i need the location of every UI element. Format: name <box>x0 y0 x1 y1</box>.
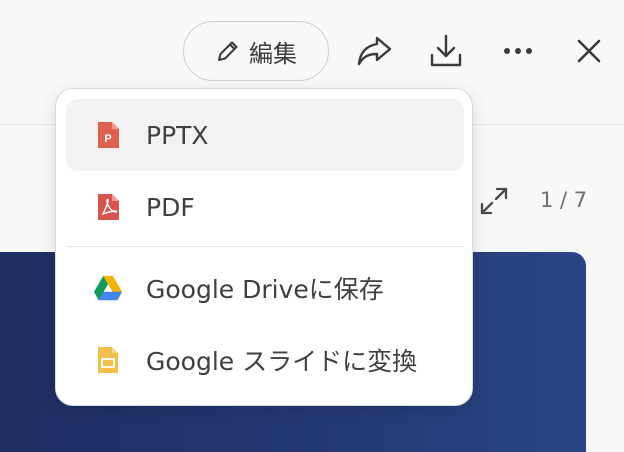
edit-label: 編集 <box>249 39 297 68</box>
menu-item-google-slides[interactable]: Google スライドに変換 <box>66 324 464 396</box>
menu-item-pptx[interactable]: P PPTX <box>66 99 464 171</box>
svg-text:P: P <box>104 133 111 145</box>
edit-button[interactable]: 編集 <box>183 21 329 81</box>
close-icon[interactable] <box>573 35 605 67</box>
download-icon[interactable] <box>427 32 465 70</box>
google-slides-icon <box>93 345 123 375</box>
pencil-icon <box>215 38 241 64</box>
menu-divider <box>66 246 464 247</box>
menu-item-label: PDF <box>146 192 195 222</box>
pdf-file-icon <box>93 192 123 222</box>
google-drive-icon <box>93 273 123 303</box>
menu-item-label: PPTX <box>146 120 209 150</box>
download-menu: P PPTX PDF Google Driveに保存 Google スライドに変… <box>55 88 473 406</box>
expand-icon[interactable] <box>478 185 510 217</box>
menu-item-label: Google スライドに変換 <box>146 347 418 376</box>
page-counter: 1 / 7 <box>540 188 588 212</box>
pptx-file-icon: P <box>93 120 123 150</box>
menu-item-google-drive[interactable]: Google Driveに保存 <box>66 252 464 324</box>
menu-item-pdf[interactable]: PDF <box>66 171 464 243</box>
menu-item-label: Google Driveに保存 <box>146 275 384 304</box>
share-icon[interactable] <box>355 33 395 69</box>
more-icon[interactable] <box>500 40 536 62</box>
